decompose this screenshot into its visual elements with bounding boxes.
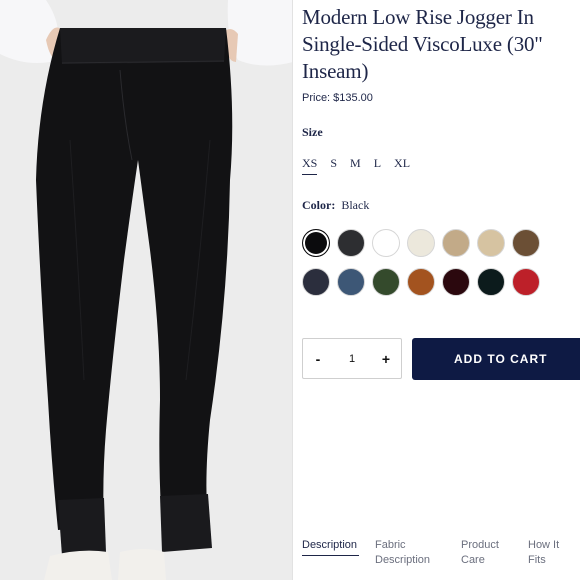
price-label: Price: — [302, 92, 331, 104]
color-swatch-4[interactable] — [407, 229, 435, 257]
add-to-cart-button[interactable]: ADD TO CART — [412, 338, 580, 380]
color-swatch-6[interactable] — [477, 229, 505, 257]
quantity-value[interactable]: 1 — [349, 353, 355, 365]
size-heading: Size — [302, 125, 323, 139]
color-swatch-7[interactable] — [512, 229, 540, 257]
panel-divider — [292, 0, 293, 580]
color-swatch-8[interactable] — [302, 268, 330, 296]
color-selected-name: Black — [341, 198, 370, 212]
price-value: $135.00 — [333, 92, 373, 104]
tab-description-label: Description — [302, 539, 358, 551]
color-swatch-10[interactable] — [372, 268, 400, 296]
product-title: Modern Low Rise Jogger In Single-Sided V… — [302, 5, 543, 83]
size-option-s[interactable]: S — [330, 156, 343, 175]
color-swatch-13[interactable] — [477, 268, 505, 296]
color-swatches — [302, 229, 552, 296]
size-option-m[interactable]: M — [350, 156, 367, 175]
color-swatch-12[interactable] — [442, 268, 470, 296]
tab-fabric-description-line2: Description — [375, 554, 431, 566]
color-swatch-1[interactable] — [302, 229, 330, 257]
color-swatch-2[interactable] — [337, 229, 365, 257]
quantity-decrease-button[interactable]: - — [303, 339, 333, 379]
color-swatch-9[interactable] — [337, 268, 365, 296]
tab-product-care[interactable]: Product Care — [461, 538, 499, 568]
tab-how-it-fits-line1: How It — [528, 539, 560, 551]
product-image[interactable] — [0, 0, 293, 580]
size-option-xl[interactable]: XL — [394, 156, 416, 175]
quantity-stepper: - 1 + — [302, 338, 402, 379]
tab-description[interactable]: Description — [302, 538, 357, 553]
quantity-increase-button[interactable]: + — [371, 339, 401, 379]
color-swatch-11[interactable] — [407, 268, 435, 296]
size-option-l[interactable]: L — [374, 156, 387, 175]
color-label: Color: — [302, 198, 336, 212]
tab-how-it-fits-line2: Fits — [528, 554, 546, 566]
tab-how-it-fits[interactable]: How It Fits — [528, 538, 559, 568]
color-swatch-3[interactable] — [372, 229, 400, 257]
color-swatch-14[interactable] — [512, 268, 540, 296]
size-selector: XS S M L XL — [302, 156, 423, 175]
tab-product-care-line1: Product — [461, 539, 499, 551]
product-tabs: Description Fabric Description Product C… — [302, 538, 580, 580]
color-row: Color: Black — [302, 198, 369, 213]
size-option-xs[interactable]: XS — [302, 156, 318, 175]
active-tab-indicator — [302, 555, 359, 556]
color-swatch-5[interactable] — [442, 229, 470, 257]
tab-product-care-line2: Care — [461, 554, 485, 566]
tab-fabric-description-line1: Fabric — [375, 539, 406, 551]
tab-fabric-description[interactable]: Fabric Description — [375, 538, 430, 568]
product-price: Price: $135.00 — [302, 92, 373, 104]
